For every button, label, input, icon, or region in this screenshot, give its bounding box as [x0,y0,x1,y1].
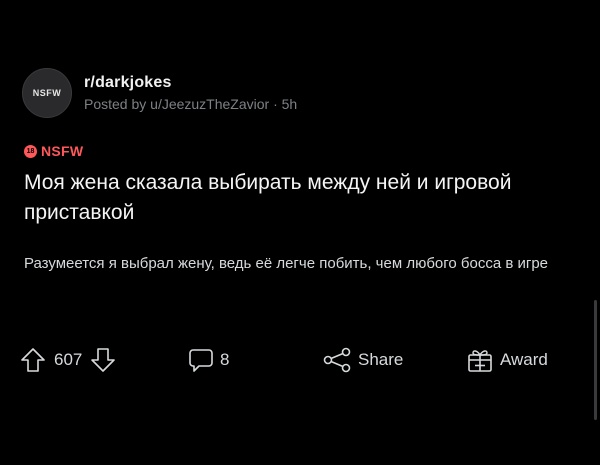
post-meta: r/darkjokes Posted by u/JeezuzTheZavior … [84,74,297,112]
post-title: Моя жена сказала выбирать между ней и иг… [24,171,512,224]
vote-group: 607 [20,347,188,373]
post-actions-bar: 607 8 Share Award [20,340,580,380]
share-icon [322,347,352,373]
upvote-icon[interactable] [20,347,46,373]
award-icon [466,347,494,373]
post-body: Разумеется я выбрал жену, ведь её легче … [24,255,549,272]
comment-count: 8 [220,350,230,369]
award-label: Award [500,350,548,369]
vote-count: 607 [54,350,83,369]
award-button[interactable]: Award [466,347,548,373]
post-header: NSFW r/darkjokes Posted by u/JeezuzTheZa… [22,68,297,118]
nsfw-tag: 18 NSFW [24,143,83,159]
comments-button[interactable]: 8 [188,347,322,373]
scrollbar[interactable] [594,300,597,420]
posted-by-line[interactable]: Posted by u/JeezuzTheZavior · 5h [84,96,297,112]
share-label: Share [358,350,404,369]
subreddit-name[interactable]: r/darkjokes [84,74,297,92]
subreddit-avatar[interactable]: NSFW [22,68,72,118]
downvote-icon[interactable] [90,347,116,373]
nsfw-18-icon: 18 [24,144,37,158]
nsfw-label: NSFW [41,143,84,159]
share-button[interactable]: Share [322,347,466,373]
comment-icon [188,347,214,373]
